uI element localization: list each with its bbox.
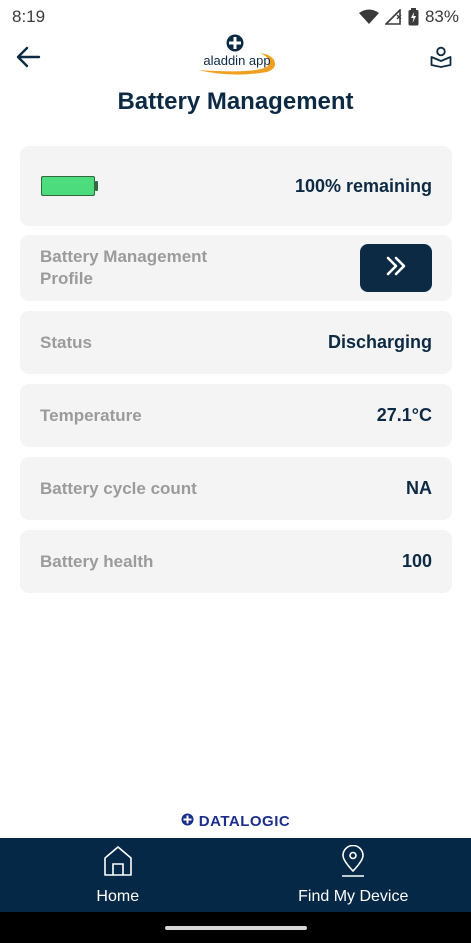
battery-profile-label: Battery Management Profile	[40, 247, 208, 288]
nav-home-label: Home	[96, 887, 140, 905]
temperature-value: 27.1°C	[376, 405, 432, 425]
user-book-icon	[430, 46, 452, 73]
nav-find-my-device[interactable]: Find My Device	[236, 838, 471, 912]
battery-status-icon	[408, 8, 419, 26]
cycle-count-value: NA	[406, 478, 432, 498]
app-logo: aladdin app	[192, 34, 282, 84]
datalogic-logo: DATALOGIC	[0, 813, 471, 830]
status-bar: 8:19 4 83%	[0, 0, 471, 34]
back-button[interactable]	[12, 44, 44, 74]
logo-text: aladdin app	[203, 53, 271, 68]
bottom-navigation: Home Find My Device	[0, 838, 471, 912]
wifi-icon: 4	[358, 9, 379, 25]
status-icons: 4 83%	[358, 7, 459, 27]
cycle-count-label: Battery cycle count	[40, 478, 197, 498]
battery-health-label: Battery health	[40, 551, 154, 571]
temperature-card: Temperature 27.1°C	[20, 384, 452, 447]
battery-remaining: 100% remaining	[294, 175, 432, 196]
temperature-label: Temperature	[40, 405, 142, 425]
datalogic-mark-icon	[181, 813, 194, 830]
profile-button[interactable]	[427, 44, 455, 74]
location-pin-icon	[340, 844, 366, 882]
battery-level-card: 100% remaining	[20, 146, 452, 226]
battery-profile-card: Battery Management Profile	[20, 235, 452, 301]
battery-percent: 83%	[424, 7, 459, 26]
status-time: 8:19	[12, 7, 46, 26]
home-icon	[103, 845, 133, 882]
battery-health-value: 100	[401, 551, 432, 571]
arrow-left-icon	[15, 46, 41, 73]
status-card: Status Discharging	[20, 311, 452, 374]
cell-signal-icon	[384, 9, 402, 25]
svg-text:4: 4	[371, 18, 376, 25]
cycle-count-card: Battery cycle count NA	[20, 457, 452, 520]
gesture-handle[interactable]	[165, 926, 307, 930]
open-profile-button[interactable]	[360, 244, 432, 292]
page-title: Battery Management	[117, 88, 354, 115]
datalogic-text: DATALOGIC	[198, 813, 291, 830]
app-header: aladdin app	[0, 34, 471, 86]
nav-home[interactable]: Home	[0, 838, 236, 912]
battery-level-icon	[41, 176, 98, 196]
status-label: Status	[40, 332, 92, 352]
double-chevron-right-icon	[385, 255, 407, 282]
system-gesture-bar	[0, 912, 471, 943]
battery-health-card: Battery health 100	[20, 530, 452, 593]
nav-find-my-device-label: Find My Device	[298, 887, 409, 905]
status-value: Discharging	[327, 332, 432, 352]
